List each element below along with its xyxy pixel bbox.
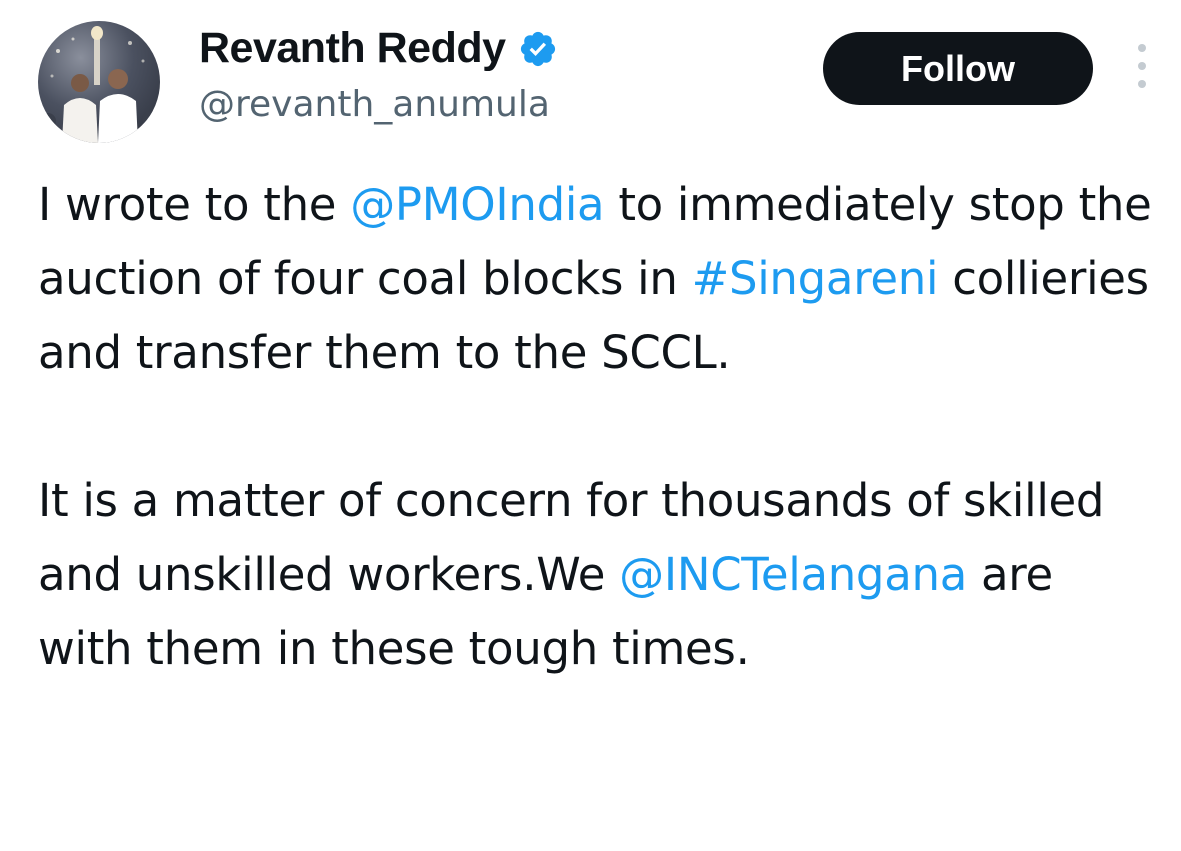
hashtag-link[interactable]: #Singareni (692, 252, 939, 305)
more-dot-icon (1138, 80, 1146, 88)
tweet-paragraph: I wrote to the @PMOIndia to immediately … (38, 168, 1158, 390)
mention-link[interactable]: @PMOIndia (350, 178, 604, 231)
verified-badge-icon (518, 29, 558, 69)
tweet-paragraph: It is a matter of concern for thousands … (38, 464, 1158, 686)
more-dot-icon (1138, 44, 1146, 52)
avatar-image (40, 26, 158, 143)
follow-button[interactable]: Follow (823, 32, 1093, 105)
author-name-row: Revanth Reddy (199, 24, 558, 73)
author-handle[interactable]: @revanth_anumula (199, 84, 550, 125)
tweet-text: I wrote to the @PMOIndia to immediately … (38, 168, 1158, 686)
more-vertical-icon[interactable] (1134, 44, 1150, 88)
more-dot-icon (1138, 62, 1146, 70)
author-display-name[interactable]: Revanth Reddy (199, 24, 506, 73)
avatar[interactable] (38, 21, 160, 143)
tweet-text-segment: I wrote to the (38, 178, 351, 231)
mention-link[interactable]: @INCTelangana (619, 548, 967, 601)
